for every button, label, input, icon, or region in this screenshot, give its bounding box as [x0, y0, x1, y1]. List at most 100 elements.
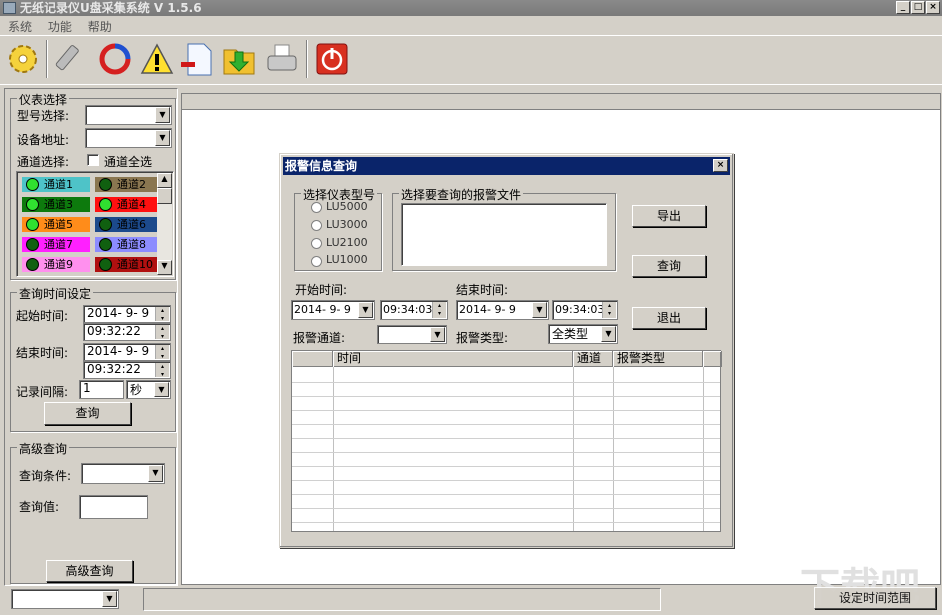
channel-item[interactable]: 通道3	[22, 197, 90, 212]
scroll-thumb[interactable]	[157, 188, 172, 204]
spin-icon[interactable]: ▴ ▾	[602, 302, 616, 318]
interval-unit-select[interactable]: 秒 ▼	[126, 380, 171, 399]
exit-button[interactable]: 退出	[632, 307, 706, 329]
channel-item[interactable]: 通道10	[95, 257, 163, 272]
spin-icon[interactable]: ▴ ▾	[155, 307, 169, 322]
end-time[interactable]: 09:32:22 ▴ ▾	[83, 361, 171, 379]
radio-lu2100[interactable]	[311, 238, 322, 249]
query-value-input[interactable]	[79, 495, 148, 519]
chevron-down-icon[interactable]: ▼	[148, 465, 163, 482]
scroll-up-icon[interactable]: ▲	[157, 173, 172, 188]
chevron-down-icon[interactable]: ▼	[601, 326, 616, 342]
column-header[interactable]: 通道	[573, 351, 613, 367]
warning-icon[interactable]	[140, 42, 174, 76]
led-icon	[26, 258, 39, 271]
alarm-file-list[interactable]	[401, 203, 607, 266]
table-row	[292, 438, 720, 439]
channel-label: 通道9	[44, 258, 73, 271]
dialog-end-time[interactable]: 09:34:03 ▴ ▾	[552, 300, 618, 320]
spin-icon[interactable]: ▴ ▾	[155, 345, 169, 360]
minimize-button[interactable]: _	[896, 1, 910, 14]
maximize-button[interactable]: □	[911, 1, 925, 14]
led-icon	[99, 198, 112, 211]
sync-icon[interactable]	[98, 42, 132, 76]
channel-item[interactable]: 通道2	[95, 177, 163, 192]
dialog-end-date[interactable]: 2014- 9- 9 ▼	[456, 300, 549, 320]
dialog-end-time-value: 09:34:03	[555, 303, 605, 316]
channel-scrollbar[interactable]: ▲ ▼	[157, 173, 172, 275]
start-time[interactable]: 09:32:22 ▴ ▾	[83, 323, 171, 341]
column-header[interactable]	[703, 351, 722, 367]
alarm-type-select[interactable]: 全类型 ▼	[548, 324, 618, 344]
chevron-down-icon[interactable]: ▼	[358, 302, 373, 318]
spin-icon[interactable]: ▴ ▾	[155, 363, 169, 378]
dialog-close-button[interactable]: ×	[713, 159, 728, 172]
model-select[interactable]: ▼	[85, 105, 172, 125]
led-icon	[99, 218, 112, 231]
radio-lu5000[interactable]	[311, 202, 322, 213]
advanced-query-button[interactable]: 高级查询	[46, 560, 133, 582]
power-icon[interactable]	[315, 42, 349, 76]
usb-icon[interactable]	[55, 42, 89, 76]
status-panel	[143, 588, 661, 611]
condition-select[interactable]: ▼	[81, 463, 165, 484]
interval-label: 记录间隔:	[16, 385, 69, 399]
channel-item[interactable]: 通道7	[22, 237, 90, 252]
status-select[interactable]: ▼	[11, 589, 119, 609]
set-time-range-button[interactable]: 设定时间范围	[814, 587, 936, 609]
spin-icon[interactable]: ▴ ▾	[155, 325, 169, 340]
chevron-down-icon[interactable]: ▼	[102, 591, 117, 607]
chevron-down-icon[interactable]: ▼	[430, 327, 445, 342]
radio-lu3000[interactable]	[311, 220, 322, 231]
title-bar: 无纸记录仪U盘采集系统 V 1.5.6	[0, 0, 942, 16]
close-button[interactable]: ×	[926, 1, 940, 14]
column-header[interactable]	[292, 351, 333, 367]
time-query-title: 查询时间设定	[17, 285, 94, 302]
alarm-channel-select[interactable]: ▼	[377, 325, 447, 344]
channel-item[interactable]: 通道8	[95, 237, 163, 252]
grid-line	[573, 367, 574, 531]
remove-file-icon[interactable]	[180, 42, 214, 76]
menu-system[interactable]: 系统	[8, 20, 32, 34]
dialog-start-time[interactable]: 09:34:03 ▴ ▾	[380, 300, 448, 320]
channel-list: 通道1 通道2 通道3 通道4 通道5 通道6 通道7 通道8 通道9 通道10	[16, 171, 174, 277]
address-select[interactable]: ▼	[85, 128, 172, 148]
channel-item[interactable]: 通道9	[22, 257, 90, 272]
channel-item[interactable]: 通道1	[22, 177, 90, 192]
start-date[interactable]: 2014- 9- 9 ▴ ▾	[83, 305, 171, 323]
alarm-type-value: 全类型	[552, 327, 589, 341]
chevron-down-icon[interactable]: ▼	[155, 130, 170, 146]
alarm-table[interactable]: 时间 通道 报警类型	[291, 350, 722, 532]
chevron-down-icon[interactable]: ▼	[155, 107, 170, 123]
print-icon[interactable]	[265, 42, 299, 76]
dialog-start-date[interactable]: 2014- 9- 9 ▼	[291, 300, 375, 320]
dialog-start-time-value: 09:34:03	[383, 303, 433, 316]
settings-icon[interactable]	[6, 42, 40, 76]
grid-line	[703, 367, 704, 531]
end-date[interactable]: 2014- 9- 9 ▴ ▾	[83, 343, 171, 361]
channel-item[interactable]: 通道6	[95, 217, 163, 232]
interval-input[interactable]: 1	[79, 380, 124, 399]
select-all-label: 通道全选	[104, 155, 153, 169]
chevron-down-icon[interactable]: ▼	[154, 382, 169, 397]
select-all-checkbox[interactable]	[87, 154, 99, 166]
model-radio-group: 选择仪表型号 LU5000 LU3000 LU2100 LU1000	[294, 186, 382, 271]
channel-item[interactable]: 通道5	[22, 217, 90, 232]
menu-bar: 系统 功能 帮助	[8, 18, 124, 35]
spin-icon[interactable]: ▴ ▾	[432, 302, 446, 318]
channel-label: 通道4	[117, 198, 146, 211]
scroll-down-icon[interactable]: ▼	[157, 260, 172, 275]
export-button[interactable]: 导出	[632, 205, 706, 227]
channel-item[interactable]: 通道4	[95, 197, 163, 212]
dialog-query-button[interactable]: 查询	[632, 255, 706, 277]
radio-lu1000[interactable]	[311, 256, 322, 267]
time-query-button[interactable]: 查询	[44, 402, 131, 425]
dialog-start-date-value: 2014- 9- 9	[294, 303, 351, 316]
chevron-down-icon[interactable]: ▼	[532, 302, 547, 318]
menu-help[interactable]: 帮助	[88, 20, 112, 34]
column-header[interactable]: 报警类型	[613, 351, 703, 367]
menu-function[interactable]: 功能	[48, 20, 72, 34]
column-header[interactable]: 时间	[333, 351, 573, 367]
table-row	[292, 424, 720, 425]
import-folder-icon[interactable]	[222, 42, 256, 76]
